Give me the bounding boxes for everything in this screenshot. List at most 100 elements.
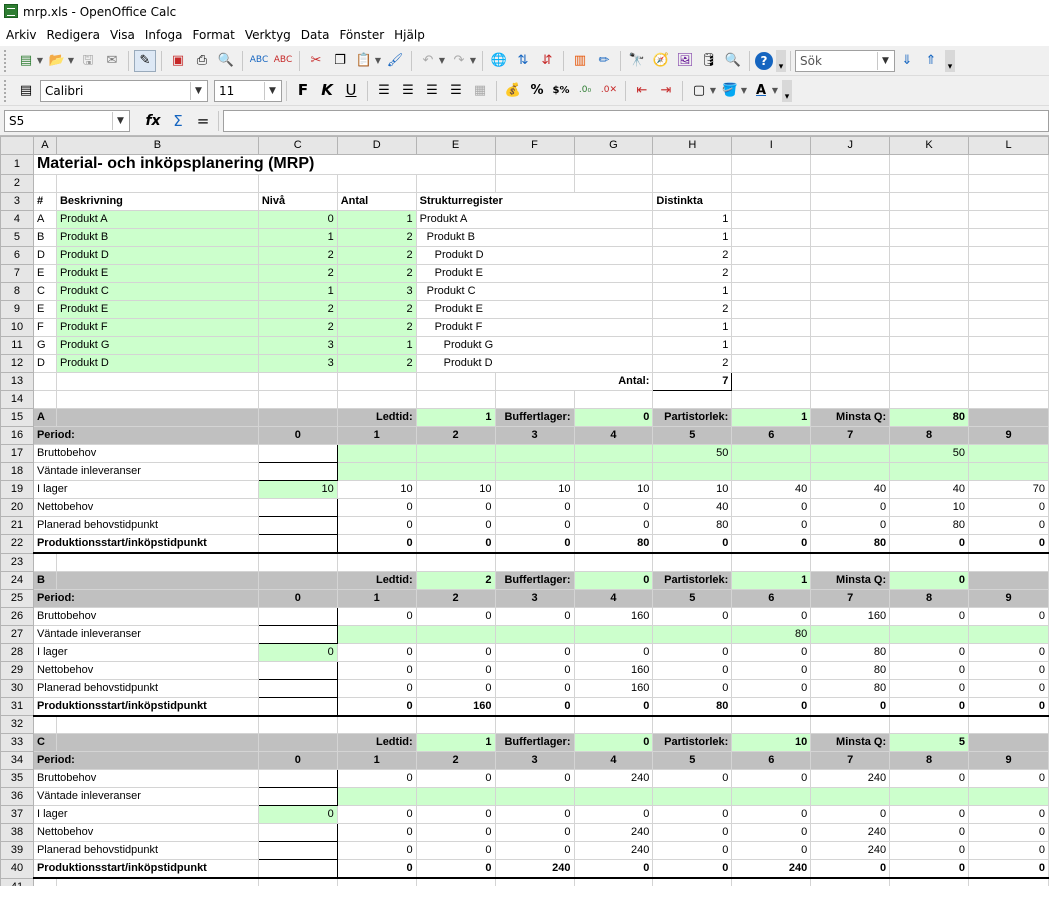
cell[interactable] (55, 390, 259, 409)
value-cell[interactable]: 40 (652, 498, 733, 517)
cell[interactable] (336, 715, 417, 734)
header-desc[interactable]: Beskrivning (55, 192, 259, 211)
period-number[interactable]: 1 (336, 751, 417, 770)
minq-value[interactable]: 5 (889, 733, 970, 752)
value-cell[interactable]: 80 (652, 696, 733, 717)
value-cell[interactable]: 0 (968, 696, 1049, 717)
item-distinct[interactable]: 1 (652, 282, 733, 301)
item-id[interactable]: E (32, 264, 57, 283)
value-cell[interactable]: 0 (731, 823, 812, 842)
value-cell[interactable]: 50 (889, 444, 970, 463)
cell[interactable] (415, 877, 496, 886)
cell[interactable] (55, 408, 259, 427)
value-cell[interactable]: 80 (889, 516, 970, 535)
row-header[interactable]: 11 (0, 336, 34, 355)
header-level[interactable]: Nivå (257, 192, 338, 211)
font-name-select[interactable]: Calibri ▼ (40, 79, 208, 102)
row-label[interactable]: I lager (32, 480, 259, 499)
cell[interactable] (494, 174, 575, 193)
cell[interactable] (889, 877, 970, 886)
value-cell[interactable]: 40 (731, 480, 812, 499)
cell[interactable] (257, 408, 338, 427)
cell[interactable] (968, 877, 1049, 886)
buffer-value[interactable]: 0 (573, 733, 654, 752)
row-header[interactable]: 41 (0, 877, 34, 886)
value-cell[interactable]: 0 (257, 805, 338, 824)
value-cell[interactable] (257, 823, 338, 842)
menu-5[interactable]: Verktyg (241, 25, 297, 45)
cell[interactable] (55, 715, 259, 734)
search-field[interactable]: Sök ▼ (795, 49, 895, 72)
value-cell[interactable]: 0 (889, 823, 970, 842)
value-cell[interactable]: 0 (573, 696, 654, 717)
value-cell[interactable]: 0 (494, 805, 575, 824)
item-level[interactable]: 2 (257, 300, 338, 319)
cell[interactable] (55, 174, 259, 193)
cell[interactable] (968, 570, 1049, 590)
row-header[interactable]: 32 (0, 715, 34, 734)
lotsize-label[interactable]: Partistorlek: (652, 733, 733, 752)
row-header[interactable]: 22 (0, 534, 34, 554)
cell[interactable] (968, 552, 1049, 572)
value-cell[interactable] (257, 660, 338, 680)
total-label[interactable]: Antal: (494, 372, 654, 391)
period-number[interactable]: 5 (652, 751, 733, 770)
value-cell[interactable]: 0 (494, 516, 575, 535)
value-cell[interactable] (731, 444, 812, 463)
value-cell[interactable] (494, 787, 575, 806)
cell[interactable] (32, 877, 57, 886)
value-cell[interactable]: 0 (573, 498, 654, 517)
value-cell[interactable] (494, 462, 575, 481)
column-header[interactable]: C (257, 136, 338, 155)
period-number[interactable]: 9 (968, 751, 1049, 770)
decrease-indent-icon[interactable]: ⇤ (631, 80, 653, 102)
cell[interactable] (810, 228, 891, 247)
cell[interactable] (968, 354, 1049, 373)
italic-icon[interactable]: K (316, 80, 338, 102)
row-header[interactable]: 28 (0, 642, 34, 662)
find-next-icon[interactable]: ⇓ (896, 50, 918, 72)
value-cell[interactable]: 10 (336, 480, 417, 499)
value-cell[interactable]: 0 (731, 841, 812, 860)
leadtime-label[interactable]: Ledtid: (336, 733, 417, 752)
value-cell[interactable] (652, 462, 733, 481)
value-cell[interactable]: 10 (889, 498, 970, 517)
value-cell[interactable]: 160 (810, 606, 891, 626)
cell[interactable] (494, 390, 575, 409)
cell[interactable] (968, 300, 1049, 319)
menu-8[interactable]: Hjälp (390, 25, 431, 45)
toolbar-overflow-icon[interactable]: ▾ (776, 49, 786, 72)
period-number[interactable]: 3 (494, 751, 575, 770)
value-cell[interactable]: 0 (810, 696, 891, 717)
cut-icon[interactable]: ✂ (305, 50, 327, 72)
period-number[interactable]: 7 (810, 426, 891, 445)
cell[interactable] (889, 228, 970, 247)
value-cell[interactable]: 0 (336, 823, 417, 842)
value-cell[interactable] (336, 444, 417, 463)
value-cell[interactable] (494, 624, 575, 644)
hyperlink-icon[interactable]: 🌐 (488, 50, 510, 72)
leadtime-value[interactable]: 2 (415, 570, 496, 590)
cell[interactable] (652, 715, 733, 734)
increase-indent-icon[interactable]: ⇥ (655, 80, 677, 102)
value-cell[interactable]: 40 (810, 480, 891, 499)
row-header[interactable]: 31 (0, 696, 34, 716)
item-struct[interactable]: Produkt E (415, 264, 654, 283)
value-cell[interactable] (415, 462, 496, 481)
navigator-icon[interactable]: 🧭 (650, 50, 672, 72)
row-header[interactable]: 24 (0, 570, 34, 590)
row-header[interactable]: 39 (0, 841, 34, 860)
value-cell[interactable]: 0 (889, 534, 970, 554)
item-id[interactable]: D (32, 354, 57, 373)
period-number[interactable]: 2 (415, 426, 496, 445)
item-level[interactable]: 2 (257, 264, 338, 283)
cell[interactable] (731, 192, 812, 211)
value-cell[interactable]: 0 (415, 841, 496, 860)
cell[interactable] (810, 282, 891, 301)
value-cell[interactable] (257, 678, 338, 698)
item-qty[interactable]: 2 (336, 264, 417, 283)
cell[interactable] (968, 264, 1049, 283)
value-cell[interactable]: 0 (731, 534, 812, 554)
item-id[interactable]: B (32, 228, 57, 247)
cell[interactable] (257, 390, 338, 409)
